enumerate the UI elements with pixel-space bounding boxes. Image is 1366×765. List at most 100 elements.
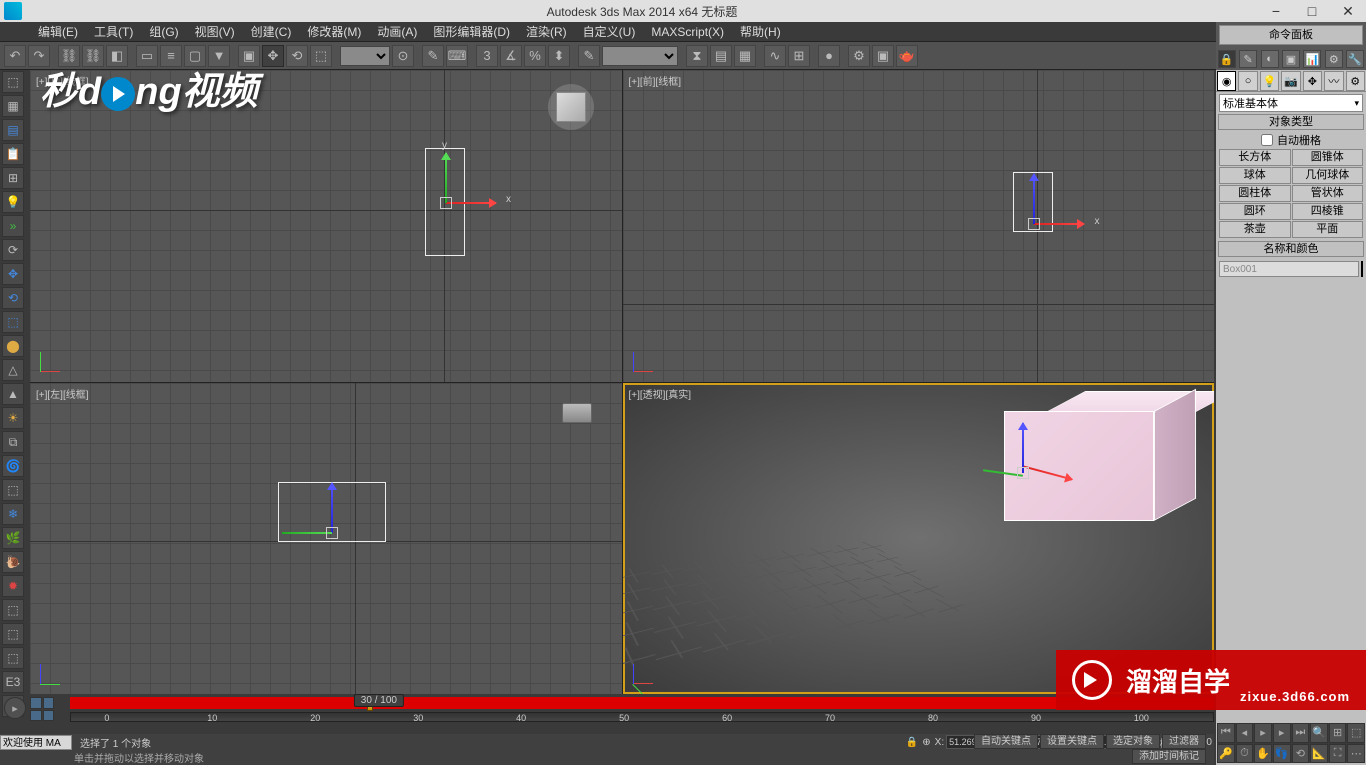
menu-modifiers[interactable]: 修改器(M) [299, 22, 369, 42]
color-swatch[interactable] [1361, 261, 1363, 277]
layer-button[interactable]: ▦ [734, 45, 756, 67]
fov-button[interactable]: 📐 [1310, 744, 1328, 764]
viewport-persp-label[interactable]: [+][透视][真实] [629, 386, 692, 401]
pan-button[interactable]: ✋ [1254, 744, 1272, 764]
lb-11[interactable]: ⬚ [2, 311, 24, 333]
menu-graph[interactable]: 图形编辑器(D) [425, 22, 518, 42]
undo-button[interactable]: ↶ [4, 45, 26, 67]
menu-customize[interactable]: 自定义(U) [575, 22, 644, 42]
zoom-button[interactable]: 🔍 [1310, 723, 1328, 743]
prim-pyramid-button[interactable]: 四棱锥 [1292, 203, 1364, 220]
select-button[interactable]: ▭ [136, 45, 158, 67]
lb-22[interactable]: ✹ [2, 575, 24, 597]
link-button[interactable]: ⛓ [58, 45, 80, 67]
walk-button[interactable]: 👣 [1273, 744, 1291, 764]
timeline[interactable]: 30 / 100 0 10 20 30 40 50 60 70 80 90 10… [70, 697, 1214, 723]
viewport-left-label[interactable]: [+][左][线框] [36, 386, 89, 401]
goto-start-button[interactable]: ⏮ [1217, 723, 1235, 743]
lb-5[interactable]: ⊞ [2, 167, 24, 189]
filter-button-2[interactable]: 过滤器 [1162, 734, 1206, 749]
viewport-top-label[interactable]: [+][顶][线框] [36, 73, 89, 88]
mirror-button[interactable]: ⧗ [686, 45, 708, 67]
lb-6[interactable]: 💡 [2, 191, 24, 213]
viewport-left[interactable]: [+][左][线框] [30, 383, 622, 695]
lock-selection-icon[interactable]: 🔒 [906, 737, 918, 748]
lb-26[interactable]: E3 [2, 671, 24, 693]
snap-percent-button[interactable]: % [524, 45, 546, 67]
menu-edit[interactable]: 编辑(E) [30, 22, 86, 42]
util-icon[interactable]: 🔧 [1346, 50, 1364, 68]
prim-sphere-button[interactable]: 球体 [1219, 167, 1291, 184]
play-controls-icon[interactable]: ▸ [4, 697, 26, 719]
viewport-front[interactable]: [+][前][线框] x [623, 70, 1215, 382]
material-button[interactable]: ● [818, 45, 840, 67]
autogrid-checkbox[interactable] [1261, 134, 1273, 146]
prim-torus-button[interactable]: 圆环 [1219, 203, 1291, 220]
selected-obj-button[interactable]: 选定对象 [1106, 734, 1160, 749]
motion-icon[interactable]: ◐ [1261, 50, 1279, 68]
zoom-all-button[interactable]: ⊞ [1329, 723, 1347, 743]
zoom-ext-button[interactable]: ⬚ [1347, 723, 1365, 743]
time-config-button[interactable]: ⏱ [1236, 744, 1254, 764]
menu-help[interactable]: 帮助(H) [732, 22, 789, 42]
key-mode-button[interactable]: 🔑 [1217, 744, 1235, 764]
bind-button[interactable]: ◧ [106, 45, 128, 67]
prim-box-button[interactable]: 长方体 [1219, 149, 1291, 166]
center-button[interactable]: ⊙ [392, 45, 414, 67]
viewport-front-label[interactable]: [+][前][线框] [629, 73, 682, 88]
pencil-icon[interactable]: ✎ [1239, 50, 1257, 68]
snap-angle-button[interactable]: ∡ [500, 45, 522, 67]
goto-end-button[interactable]: ⏭ [1292, 723, 1310, 743]
align-button[interactable]: ▤ [710, 45, 732, 67]
cat-cameras-icon[interactable]: 📷 [1281, 71, 1300, 91]
command-panel-label[interactable]: 命令面板 [1219, 25, 1363, 45]
keyboard-button[interactable]: ⌨ [446, 45, 468, 67]
object-name-input[interactable] [1219, 261, 1359, 277]
lb-23[interactable]: ⬚ [2, 599, 24, 621]
menu-create[interactable]: 创建(C) [243, 22, 300, 42]
viewport-top[interactable]: [+][顶][线框] x y [30, 70, 622, 382]
setkey-button[interactable]: 设置关键点 [1040, 734, 1104, 749]
lb-3[interactable]: ▤ [2, 119, 24, 141]
minimize-button[interactable]: − [1258, 0, 1294, 22]
move-button[interactable]: ✥ [262, 45, 284, 67]
redo-button[interactable]: ↷ [28, 45, 50, 67]
primitive-dropdown[interactable]: 标准基本体 [1219, 94, 1363, 112]
next-frame-button[interactable]: ▸ [1273, 723, 1291, 743]
prev-frame-button[interactable]: ◂ [1236, 723, 1254, 743]
prim-plane-button[interactable]: 平面 [1292, 221, 1364, 238]
spinner-snap-button[interactable]: ⬍ [548, 45, 570, 67]
lb-15[interactable]: ☀ [2, 407, 24, 429]
object-type-header[interactable]: 对象类型 [1218, 114, 1364, 130]
lb-2[interactable]: ▦ [2, 95, 24, 117]
lock-icon[interactable]: 🔒 [1218, 50, 1236, 68]
autokey-button[interactable]: 自动关键点 [974, 734, 1038, 749]
curve-editor-button[interactable]: ∿ [764, 45, 786, 67]
render-setup-button[interactable]: ⚙ [848, 45, 870, 67]
coord-display-icon[interactable]: ⊕ [922, 737, 930, 748]
manipulate-button[interactable]: ✎ [422, 45, 444, 67]
cat-space-icon[interactable]: 〰 [1324, 71, 1343, 91]
lb-18[interactable]: ⬚ [2, 479, 24, 501]
lb-20[interactable]: 🌿 [2, 527, 24, 549]
lb-25[interactable]: ⬚ [2, 647, 24, 669]
viewport-layout-button[interactable] [30, 697, 54, 721]
lb-17[interactable]: 🌀 [2, 455, 24, 477]
orbit-button[interactable]: ⟲ [1292, 744, 1310, 764]
display-icon[interactable]: ▣ [1282, 50, 1300, 68]
prim-cone-button[interactable]: 圆锥体 [1292, 149, 1364, 166]
menu-views[interactable]: 视图(V) [187, 22, 243, 42]
viewcube-left[interactable] [562, 403, 592, 423]
lb-13[interactable]: △ [2, 359, 24, 381]
named-sel-dropdown[interactable]: 创建选择集 [602, 46, 678, 66]
cat-helpers-icon[interactable]: ✥ [1303, 71, 1322, 91]
play-button[interactable]: ▸ [1254, 723, 1272, 743]
gear-icon[interactable]: ⚙ [1325, 50, 1343, 68]
select-region-button[interactable]: ▢ [184, 45, 206, 67]
menu-animation[interactable]: 动画(A) [369, 22, 425, 42]
lb-10[interactable]: ⟲ [2, 287, 24, 309]
edit-sel-set-button[interactable]: ✎ [578, 45, 600, 67]
nav-more-button[interactable]: ⋯ [1347, 744, 1365, 764]
menu-group[interactable]: 组(G) [141, 22, 186, 42]
unlink-button[interactable]: ⛓ [82, 45, 104, 67]
